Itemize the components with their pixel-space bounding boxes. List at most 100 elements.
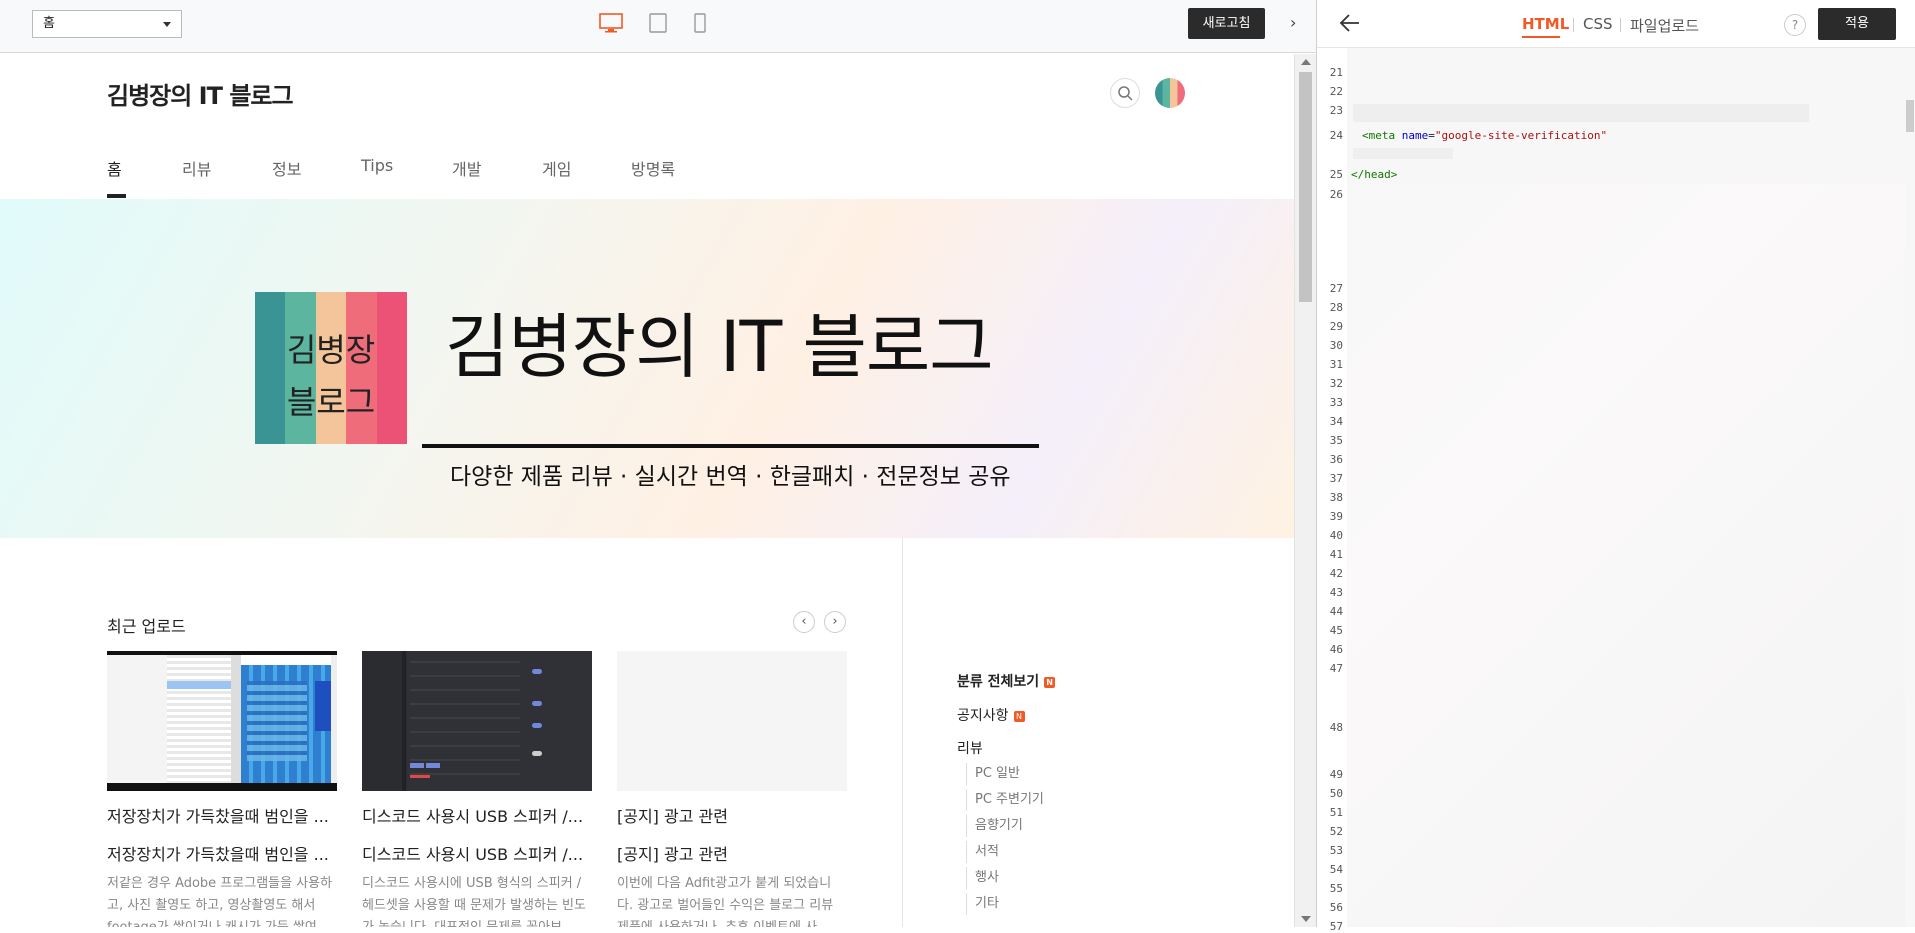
nav-home[interactable]: 홈	[107, 156, 122, 180]
subcategory-events[interactable]: 행사	[966, 867, 999, 889]
chevron-down-icon	[163, 22, 171, 27]
line-number: 31	[1329, 358, 1343, 371]
post-card[interactable]: [공지] 광고 관련 [공지] 광고 관련 이번에 다음 Adfit광고가 붙게…	[617, 651, 847, 927]
nav-info[interactable]: 정보	[272, 156, 301, 180]
line-number: 43	[1329, 586, 1343, 599]
hero-subtitle: 다양한 제품 리뷰 · 실시간 번역 · 한글패치 · 전문정보 공유	[450, 464, 1011, 490]
subcategory-pc-general[interactable]: PC 일반	[966, 763, 1020, 785]
line-number: 38	[1329, 491, 1343, 504]
post-excerpt: 이번에 다음 Adfit광고가 붙게 되었습니다. 광고로 벌어들인 수익은 블…	[617, 876, 834, 927]
post-card[interactable]: 디스코드 사용시 USB 스피커 /... 디스코드 사용시 USB 스피커 /…	[362, 651, 592, 927]
line-number: 22	[1329, 85, 1343, 98]
mobile-view-icon[interactable]	[694, 13, 706, 37]
post-thumbnail[interactable]	[107, 651, 337, 791]
active-tab-indicator	[1522, 36, 1560, 38]
post-subtitle: [공지] 광고 관련	[617, 845, 728, 864]
line-number: 36	[1329, 453, 1343, 466]
post-card[interactable]: 저장장치가 가득찼을때 범인을 ... 저장장치가 가득찼을때 범인을 ... …	[107, 651, 337, 927]
blog-preview: 김병장의 IT 블로그 홈 리뷰 정보 Tips 개발 게임 방명록 김병장 블…	[0, 54, 1294, 927]
back-arrow-icon[interactable]	[1339, 13, 1361, 37]
line-number: 53	[1329, 844, 1343, 857]
hero-title: 김병장의 IT 블로그	[445, 306, 994, 388]
line-number: 32	[1329, 377, 1343, 390]
post-excerpt: 저같은 경우 Adobe 프로그램들을 사용하고, 사진 촬영도 하고, 영상촬…	[107, 876, 333, 927]
editor-scrollbar[interactable]	[1905, 48, 1915, 927]
line-number: 21	[1329, 66, 1343, 79]
line-number: 48	[1329, 721, 1343, 734]
line-number: 49	[1329, 768, 1343, 781]
line-number: 39	[1329, 510, 1343, 523]
nav-game[interactable]: 게임	[542, 156, 571, 180]
editor-toolbar: HTML CSS 파일업로드 ? 적용	[1317, 0, 1915, 48]
post-subtitle: 저장장치가 가득찼을때 범인을 ...	[107, 845, 329, 864]
tab-html[interactable]: HTML	[1522, 15, 1569, 33]
line-number: 56	[1329, 901, 1343, 914]
desktop-view-icon[interactable]	[599, 13, 623, 37]
nav-tips[interactable]: Tips	[361, 156, 393, 175]
nav-dev[interactable]: 개발	[452, 156, 481, 180]
nav-review[interactable]: 리뷰	[182, 156, 211, 180]
prev-arrow-button[interactable]: ‹	[793, 611, 815, 633]
refresh-button[interactable]: 새로고침	[1188, 8, 1265, 39]
subcategory-pc-peripherals[interactable]: PC 주변기기	[966, 789, 1044, 811]
next-arrow-button[interactable]: ›	[824, 611, 846, 633]
line-number: 24	[1329, 129, 1343, 142]
line-number: 54	[1329, 863, 1343, 876]
page-select[interactable]: 홈	[32, 10, 182, 38]
scroll-thumb[interactable]	[1299, 72, 1312, 302]
line-number: 50	[1329, 787, 1343, 800]
chevron-right-icon[interactable]: ›	[1290, 13, 1296, 32]
help-button[interactable]: ?	[1784, 14, 1806, 36]
new-badge: N	[1013, 711, 1025, 722]
recent-uploads-title: 최근 업로드	[107, 617, 186, 636]
line-number: 44	[1329, 605, 1343, 618]
search-icon[interactable]	[1110, 78, 1140, 108]
line-number: 26	[1329, 188, 1343, 201]
line-number: 23	[1329, 104, 1343, 117]
code-line-head-close: </head>	[1351, 168, 1397, 181]
blog-title[interactable]: 김병장의 IT 블로그	[107, 76, 294, 111]
tab-css[interactable]: CSS	[1583, 15, 1613, 33]
code-redacted-block	[1353, 148, 1453, 159]
scroll-up-icon[interactable]	[1301, 59, 1311, 65]
hero-banner: 김병장 블로그 김병장의 IT 블로그 다양한 제품 리뷰 · 실시간 번역 ·…	[0, 199, 1294, 538]
post-thumbnail[interactable]	[617, 651, 847, 791]
category-review[interactable]: 리뷰	[957, 738, 983, 758]
code-area[interactable]: <meta name="google-site-verification" </…	[1317, 48, 1915, 933]
line-number: 35	[1329, 434, 1343, 447]
post-thumbnail[interactable]	[362, 651, 592, 791]
tab-file-upload[interactable]: 파일업로드	[1630, 15, 1699, 36]
code-token: </head>	[1351, 168, 1398, 181]
scroll-down-icon[interactable]	[1301, 916, 1311, 922]
post-title[interactable]: 디스코드 사용시 USB 스피커 /...	[362, 803, 592, 827]
hero-underline	[422, 444, 1039, 448]
category-all-label: 분류 전체보기	[957, 674, 1040, 690]
logo-text-line-2: 블로그	[286, 383, 376, 421]
post-subtitle: 디스코드 사용시 USB 스피커 /...	[362, 845, 584, 864]
code-token: name	[1401, 129, 1429, 142]
code-token: =	[1428, 129, 1435, 142]
line-number: 34	[1329, 415, 1343, 428]
nav-guestbook[interactable]: 방명록	[631, 156, 675, 180]
tab-separator	[1573, 18, 1574, 32]
new-badge: N	[1044, 677, 1056, 688]
avatar[interactable]	[1155, 78, 1185, 108]
line-number: 46	[1329, 643, 1343, 656]
subcategory-audio[interactable]: 음향기기	[966, 815, 1023, 837]
page-select-value: 홈	[43, 16, 55, 31]
line-number: 55	[1329, 882, 1343, 895]
tablet-view-icon[interactable]	[649, 13, 667, 37]
line-number: 29	[1329, 320, 1343, 333]
post-title[interactable]: 저장장치가 가득찼을때 범인을 ...	[107, 803, 337, 827]
category-notice[interactable]: 공지사항 N	[957, 705, 1025, 725]
subcategory-books[interactable]: 서적	[966, 841, 999, 863]
sidebar-divider	[902, 538, 903, 927]
line-number: 42	[1329, 567, 1343, 580]
preview-scrollbar[interactable]	[1294, 54, 1316, 927]
apply-button[interactable]: 적용	[1818, 8, 1896, 40]
post-title[interactable]: [공지] 광고 관련	[617, 803, 847, 827]
line-number: 25	[1329, 168, 1343, 181]
editor-scroll-thumb[interactable]	[1906, 100, 1914, 132]
subcategory-etc[interactable]: 기타	[966, 893, 999, 915]
category-all[interactable]: 분류 전체보기 N	[957, 671, 1056, 691]
